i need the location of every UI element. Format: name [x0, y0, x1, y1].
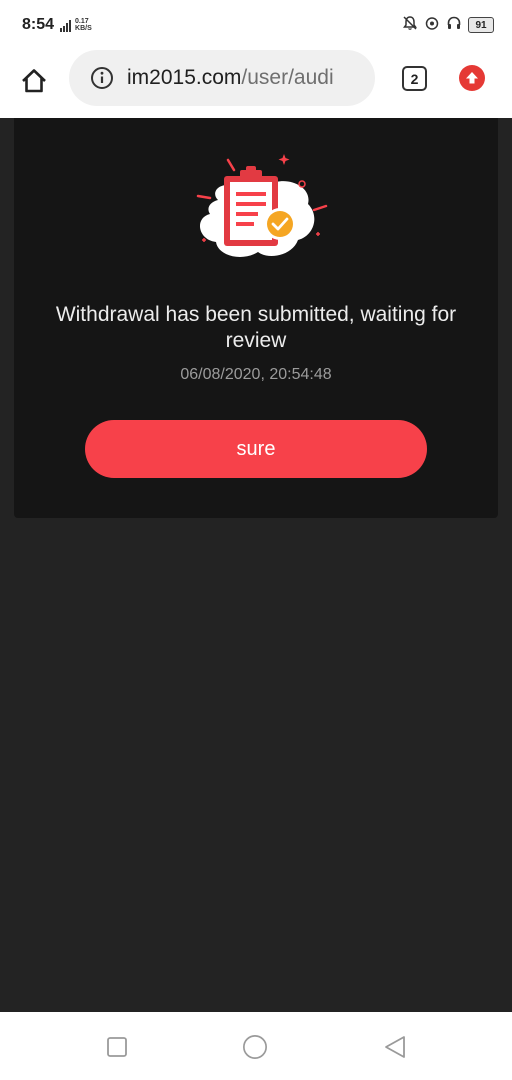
url-domain: im2015.com	[127, 66, 242, 89]
status-time: 8:54	[22, 16, 55, 33]
recents-button[interactable]	[104, 1034, 130, 1060]
home-button[interactable]	[17, 64, 51, 98]
withdrawal-message: Withdrawal has been submitted, waiting f…	[55, 303, 457, 352]
system-nav-bar	[0, 1012, 512, 1080]
net-speed-unit: KB/S	[75, 25, 92, 32]
info-icon[interactable]	[89, 65, 115, 91]
sure-button[interactable]: sure	[85, 420, 427, 478]
network-indicator: 0.17 KB/S	[60, 18, 92, 32]
square-icon	[107, 1037, 127, 1057]
battery-indicator: 91	[468, 17, 494, 33]
screen: 8:54 0.17 KB/S 91 im2015.com/user/audi 2…	[0, 0, 512, 1080]
url-path: /user/audi	[241, 66, 334, 89]
headphones-icon	[446, 15, 462, 36]
url-text: im2015.com/user/audi	[127, 66, 334, 90]
circle-icon	[243, 1035, 267, 1059]
status-bar: 8:54 0.17 KB/S 91	[0, 0, 512, 50]
browser-toolbar: im2015.com/user/audi 2	[0, 50, 512, 118]
bell-off-icon	[402, 15, 418, 36]
home-nav-button[interactable]	[242, 1034, 268, 1060]
net-speed: 0.17 KB/S	[75, 18, 92, 32]
update-button[interactable]	[459, 65, 485, 91]
signal-icon	[60, 20, 72, 32]
clipboard-check-illustration	[196, 154, 328, 257]
alarm-icon	[424, 15, 440, 36]
home-icon	[22, 69, 46, 93]
net-speed-value: 0.17	[75, 18, 89, 25]
url-bar[interactable]: im2015.com/user/audi	[69, 50, 375, 106]
withdrawal-timestamp: 06/08/2020, 20:54:48	[180, 366, 332, 383]
withdrawal-dialog: Withdrawal has been submitted, waiting f…	[14, 118, 498, 518]
tab-switcher-button[interactable]: 2	[402, 66, 427, 91]
back-button[interactable]	[382, 1034, 408, 1060]
status-icons: 91	[402, 15, 494, 36]
triangle-back-icon	[385, 1036, 405, 1058]
arrow-up-icon	[466, 72, 478, 84]
